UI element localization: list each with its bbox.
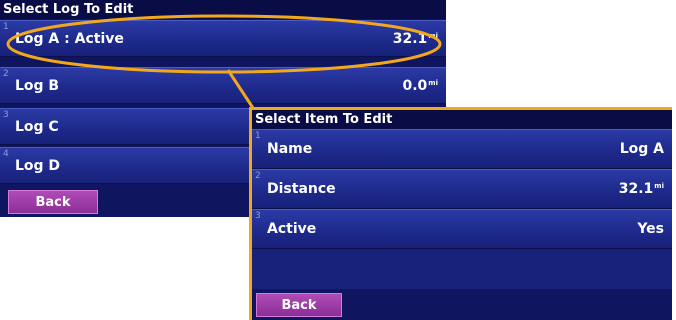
miles-unit: mi	[428, 31, 438, 40]
row-index: 3	[255, 211, 261, 221]
item-value: Yes	[637, 221, 664, 237]
log-value: 32.1 mi	[392, 30, 438, 47]
screen-title: Select Item To Edit	[252, 110, 672, 129]
row-index: 4	[3, 149, 9, 159]
log-label: Log C	[15, 118, 59, 135]
back-button[interactable]: Back	[256, 293, 342, 317]
screen-title: Select Log To Edit	[0, 0, 446, 19]
item-row-active[interactable]: 3 Active Yes	[252, 209, 672, 249]
log-row-a[interactable]: 1 Log A : Active 32.1 mi	[0, 20, 446, 57]
row-index: 3	[3, 110, 9, 120]
row-index: 1	[255, 131, 261, 141]
back-button[interactable]: Back	[8, 190, 98, 214]
row-index: 2	[255, 171, 261, 181]
miles-unit: mi	[654, 182, 664, 190]
empty-list-area	[252, 249, 672, 289]
row-index: 2	[3, 69, 9, 79]
log-value: 0.0 mi	[402, 77, 438, 94]
item-value: 32.1 mi	[618, 181, 664, 197]
log-label: Log B	[15, 77, 60, 94]
item-label: Distance	[267, 181, 336, 197]
row-index: 1	[3, 22, 9, 32]
item-row-name[interactable]: 1 Name Log A	[252, 129, 672, 169]
select-item-screen: Select Item To Edit 1 Name Log A 2 Dista…	[249, 107, 672, 320]
item-label: Active	[267, 221, 317, 237]
miles-unit: mi	[428, 78, 438, 87]
item-row-distance[interactable]: 2 Distance 32.1 mi	[252, 169, 672, 209]
log-label: Log A : Active	[15, 30, 124, 47]
log-label: Log D	[15, 157, 61, 174]
item-label: Name	[267, 141, 313, 157]
item-value: Log A	[619, 141, 664, 157]
log-row-b[interactable]: 2 Log B 0.0 mi	[0, 67, 446, 104]
